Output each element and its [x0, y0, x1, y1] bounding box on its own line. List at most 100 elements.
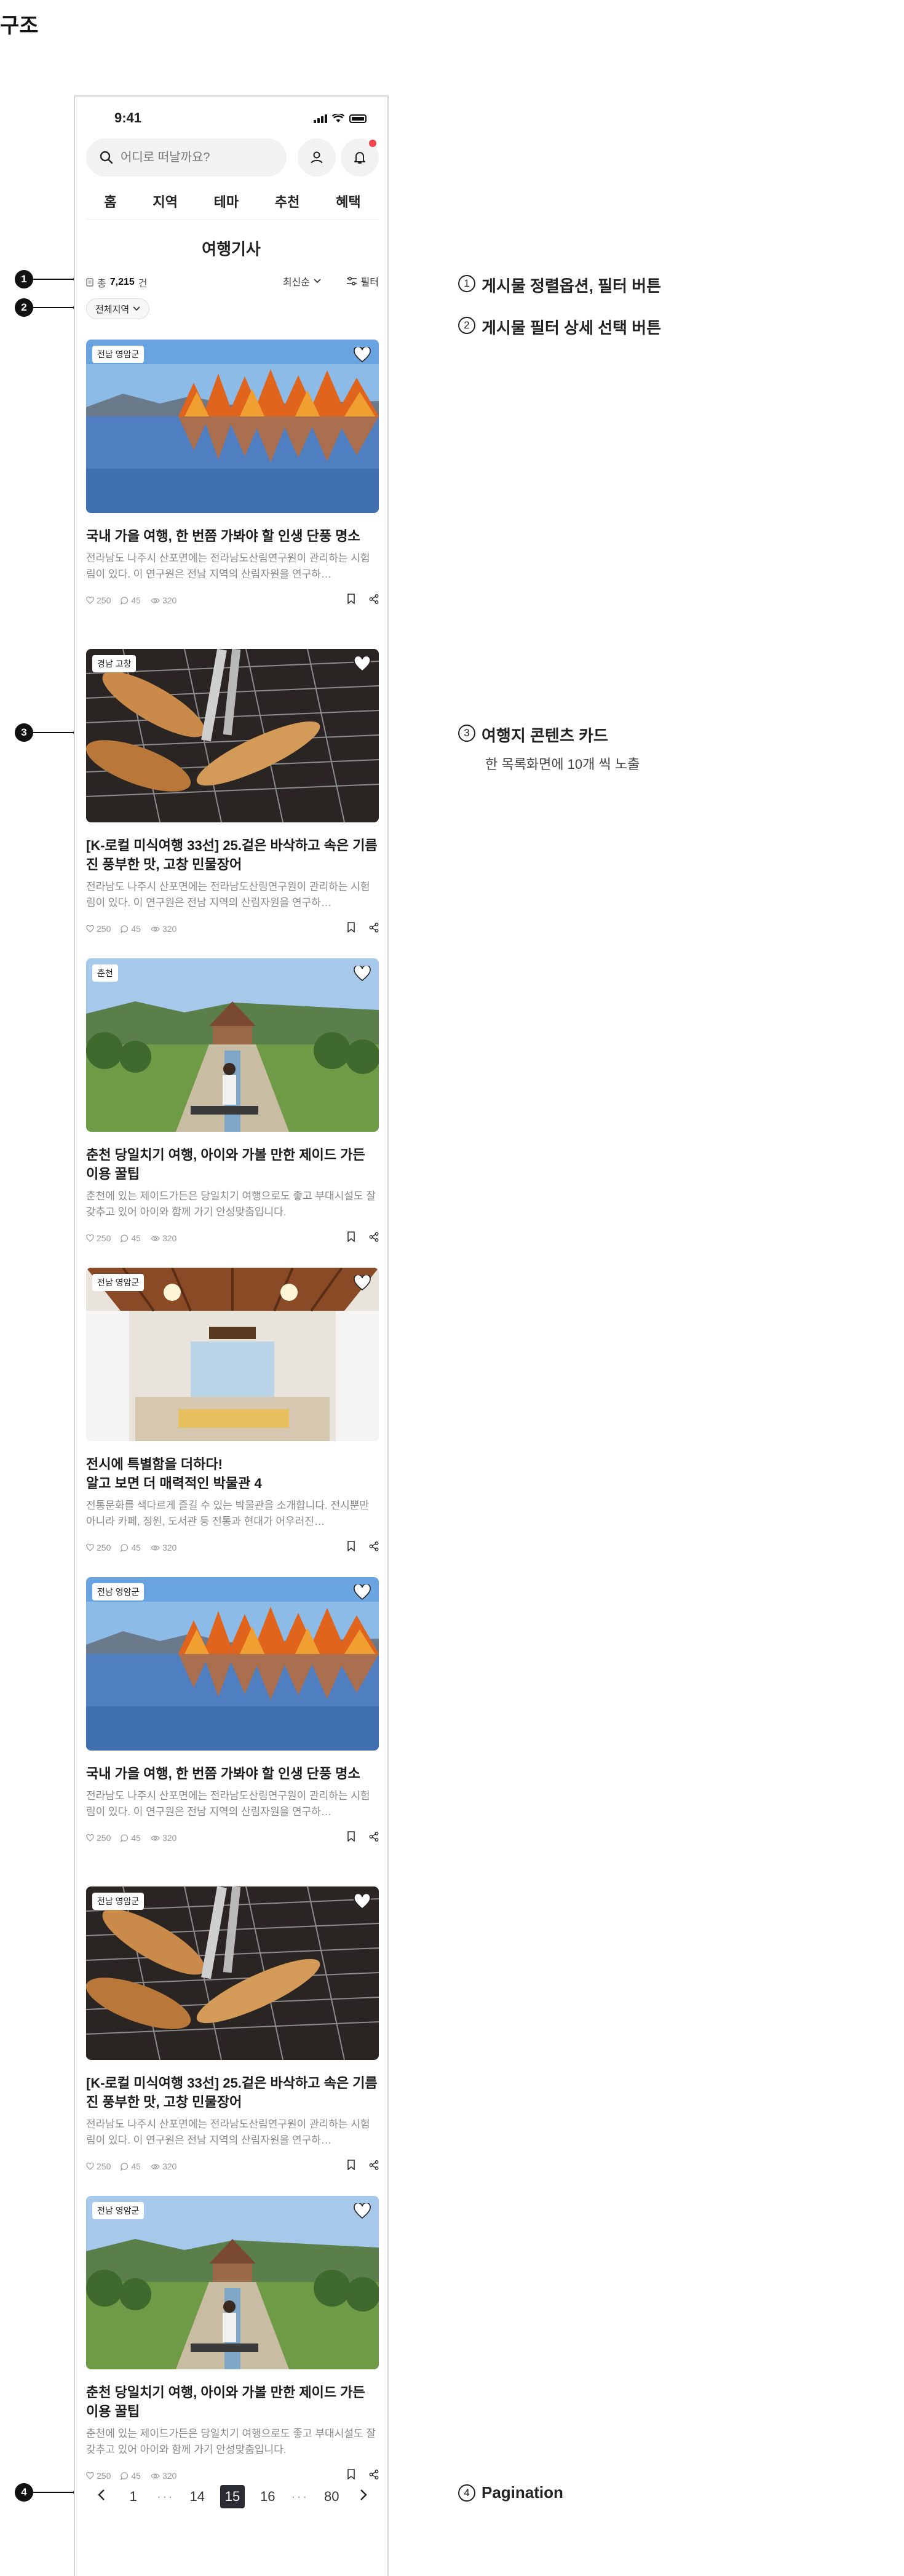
share-icon: [369, 594, 379, 604]
annotation-1: 1 게시물 정렬옵션, 필터 버튼: [458, 274, 661, 296]
heart-icon: [354, 1894, 371, 1910]
list-toolbar: 총 7,215 건 최신순 필터: [86, 270, 379, 292]
nav-item-benefit[interactable]: 혜택: [332, 186, 364, 216]
like-button[interactable]: [352, 344, 373, 365]
view-icon: [151, 597, 160, 603]
share-button[interactable]: [369, 922, 379, 934]
page-80[interactable]: 80: [322, 2489, 341, 2505]
share-button[interactable]: [369, 594, 379, 606]
like-button[interactable]: [352, 1891, 373, 1912]
share-button[interactable]: [369, 2160, 379, 2172]
card-title[interactable]: [K-로컬 미식여행 33선] 25.겉은 바삭하고 속은 기름진 풍부한 맛,…: [86, 836, 379, 874]
like-count: 250: [86, 1233, 111, 1243]
page-14[interactable]: 14: [188, 2489, 207, 2505]
card-title[interactable]: 전시에 특별함을 더하다! 알고 보면 더 매력적인 박물관 4: [86, 1455, 379, 1493]
page-15-current[interactable]: 15: [220, 2485, 245, 2508]
prev-page-button[interactable]: [92, 2489, 111, 2505]
bookmark-icon: [347, 2469, 355, 2480]
bookmark-icon: [347, 594, 355, 605]
card-thumbnail[interactable]: 전남 영암군: [86, 340, 379, 513]
share-button[interactable]: [369, 2469, 379, 2481]
bookmark-button[interactable]: [347, 1831, 355, 1843]
chevron-right-icon: [360, 2489, 367, 2500]
nav-item-theme[interactable]: 테마: [210, 186, 242, 216]
bookmark-button[interactable]: [347, 2469, 355, 2481]
search-bar[interactable]: [86, 138, 287, 177]
card-title[interactable]: 국내 가을 여행, 한 번쯤 가봐야 할 인생 단풍 명소: [86, 1764, 379, 1783]
heart-icon: [354, 347, 371, 363]
search-input[interactable]: [121, 150, 274, 165]
bookmark-button[interactable]: [347, 2160, 355, 2172]
battery-icon: [349, 114, 367, 123]
card-title[interactable]: 춘천 당일치기 여행, 아이와 가볼 만한 제이드 가든 이용 꿀팁: [86, 2383, 379, 2421]
bell-icon: [354, 152, 365, 164]
annotation-3: 3 여행지 콘텐츠 카드 한 목록화면에 10개 씩 노출: [458, 723, 640, 773]
page-16[interactable]: 16: [258, 2489, 277, 2505]
share-button[interactable]: [369, 1541, 379, 1553]
like-button[interactable]: [352, 654, 373, 675]
next-page-button[interactable]: [354, 2489, 373, 2505]
comment-count: 45: [121, 2161, 141, 2171]
share-button[interactable]: [369, 1831, 379, 1843]
view-icon: [151, 1544, 160, 1551]
notification-button[interactable]: [341, 138, 379, 177]
like-button[interactable]: [352, 2201, 373, 2222]
card-thumbnail[interactable]: 경남 고창: [86, 649, 379, 822]
card-description: 춘천에 있는 제이드가든은 당일치기 여행으로도 좋고 부대시설도 잘 갖추고 …: [86, 1190, 376, 1218]
like-icon: [86, 2472, 94, 2479]
view-count: 320: [151, 924, 176, 934]
card-thumbnail[interactable]: 전남 영암군: [86, 1886, 379, 2060]
region-badge: 전남 영암군: [92, 1583, 145, 1600]
like-button[interactable]: [352, 963, 373, 984]
like-count: 250: [86, 595, 111, 605]
content-card[interactable]: 전남 영암군국내 가을 여행, 한 번쯤 가봐야 할 인생 단풍 명소전라남도 …: [86, 340, 379, 607]
view-icon: [151, 1235, 160, 1241]
nav-item-recommend[interactable]: 추천: [271, 186, 303, 216]
share-icon: [369, 1831, 379, 1842]
card-thumbnail[interactable]: 전남 영암군: [86, 1268, 379, 1441]
region-filter-chip[interactable]: 전체지역: [86, 298, 150, 319]
bookmark-button[interactable]: [347, 1231, 355, 1244]
view-count: 320: [151, 595, 176, 605]
like-button[interactable]: [352, 1273, 373, 1294]
sort-dropdown[interactable]: 최신순: [283, 274, 321, 288]
bookmark-icon: [347, 1541, 355, 1552]
comment-icon: [121, 924, 129, 933]
card-thumbnail[interactable]: 전남 영암군: [86, 2196, 379, 2369]
bookmark-button[interactable]: [347, 922, 355, 934]
region-badge: 전남 영암군: [92, 2202, 145, 2219]
region-badge: 전남 영암군: [92, 1274, 145, 1291]
nav-item-region[interactable]: 지역: [149, 186, 181, 216]
like-button[interactable]: [352, 1582, 373, 1603]
content-card[interactable]: 전남 영암군 전시에 특별함을 더하다! 알고 보면 더 매력적인 박물관 4 전통…: [86, 1268, 379, 1554]
comment-icon: [121, 1834, 129, 1842]
card-title[interactable]: [K-로컬 미식여행 33선] 25.겉은 바삭하고 속은 기름진 풍부한 맛,…: [86, 2073, 379, 2112]
card-thumbnail[interactable]: 춘천: [86, 958, 379, 1132]
marker-4: 4: [15, 2483, 33, 2502]
like-count: 250: [86, 2471, 111, 2481]
view-icon: [151, 926, 160, 932]
card-title[interactable]: 국내 가을 여행, 한 번쯤 가봐야 할 인생 단풍 명소: [86, 527, 379, 546]
card-description: 전라남도 나주시 산포면에는 전라남도산림연구원이 관리하는 시험림이 있다. …: [86, 552, 370, 580]
card-title[interactable]: 춘천 당일치기 여행, 아이와 가볼 만한 제이드 가든 이용 꿀팁: [86, 1145, 379, 1183]
nav-item-home[interactable]: 홈: [100, 186, 120, 216]
search-icon: [100, 151, 113, 164]
comment-icon: [121, 1234, 129, 1242]
card-thumbnail[interactable]: 전남 영암군: [86, 1577, 379, 1751]
profile-button[interactable]: [298, 138, 336, 177]
bookmark-button[interactable]: [347, 1541, 355, 1553]
filter-button[interactable]: 필터: [346, 274, 379, 288]
content-card[interactable]: 전남 영암군 국내 가을 여행, 한 번쯤 가봐야 할 인생 단풍 명소 전라남도 …: [86, 1577, 379, 1845]
page-ellipsis: ···: [291, 2489, 309, 2504]
share-button[interactable]: [369, 1231, 379, 1244]
content-card[interactable]: 춘천춘천 당일치기 여행, 아이와 가볼 만한 제이드 가든 이용 꿀팁춘천에 …: [86, 958, 379, 1245]
marker-3-line: [33, 730, 78, 735]
content-card[interactable]: 경남 고창 [K-로컬 미식여행 33선] 25.겉은 바삭하고 속은 기름진 풍…: [86, 649, 379, 936]
comment-count: 45: [121, 595, 141, 605]
comment-icon: [121, 2471, 129, 2480]
bookmark-button[interactable]: [347, 594, 355, 606]
content-card[interactable]: 전남 영암군춘천 당일치기 여행, 아이와 가볼 만한 제이드 가든 이용 꿀팁…: [86, 2196, 379, 2483]
page-1[interactable]: 1: [124, 2489, 143, 2505]
share-icon: [369, 922, 379, 932]
content-card[interactable]: 전남 영암군 [K-로컬 미식여행 33선] 25.겉은 바삭하고 속은 기름진 …: [86, 1886, 379, 2173]
